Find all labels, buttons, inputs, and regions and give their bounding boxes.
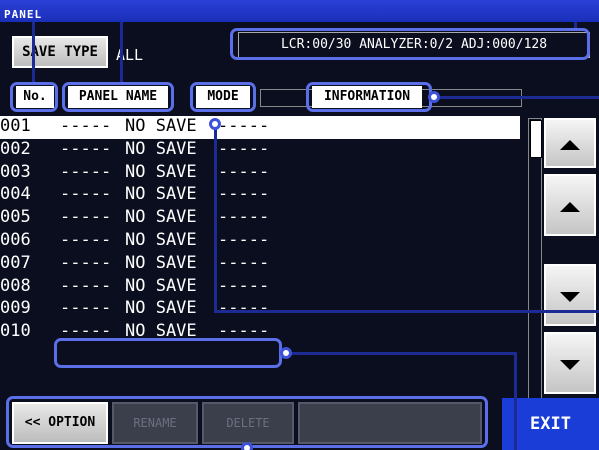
row-panel-name: -----	[60, 207, 112, 228]
scroll-top-button[interactable]	[544, 118, 596, 168]
row-panel-name: -----	[60, 184, 112, 205]
row-mode: NO SAVE	[125, 161, 197, 182]
callout-dot-mode	[209, 118, 221, 130]
row-mode: NO SAVE	[125, 138, 197, 159]
row-panel-name: -----	[60, 229, 112, 250]
callout-panel-name	[62, 82, 174, 112]
callout-dot-bottom	[241, 442, 253, 450]
row-panel-name: -----	[60, 116, 112, 136]
row-information: -----	[218, 184, 270, 205]
row-number: 003	[0, 161, 31, 182]
row-panel-name: -----	[60, 298, 112, 319]
callout-information	[306, 82, 432, 112]
callout-no	[10, 82, 58, 112]
double-up-icon	[560, 140, 580, 151]
leader-row-h	[290, 352, 516, 355]
down-arrow-icon	[560, 291, 580, 302]
table-row[interactable]: 003 ----- NO SAVE -----	[0, 162, 520, 185]
callout-dot-row	[280, 347, 292, 359]
row-panel-name: -----	[60, 252, 112, 273]
row-information: -----	[218, 275, 270, 296]
row-information: -----	[218, 252, 270, 273]
scrollbar-track[interactable]	[528, 118, 542, 418]
table-row[interactable]: 001 ----- NO SAVE -----	[0, 116, 520, 139]
title-bar: PANEL	[0, 0, 599, 22]
table-row[interactable]: 008 ----- NO SAVE -----	[0, 276, 520, 299]
double-down-icon	[560, 359, 580, 370]
panel-screen: SAVE TYPE ALL LCR:00/30 ANALYZER:0/2 ADJ…	[0, 22, 599, 450]
row-information: -----	[218, 298, 270, 319]
row-mode: NO SAVE	[125, 229, 197, 250]
callout-dot-information	[428, 91, 440, 103]
leader-information	[440, 96, 599, 99]
row-number: 008	[0, 275, 31, 296]
table-row[interactable]: 002 ----- NO SAVE -----	[0, 139, 520, 162]
row-panel-name: -----	[60, 275, 112, 296]
page-up-button[interactable]	[544, 174, 596, 236]
page-down-button[interactable]	[544, 264, 596, 326]
table-row[interactable]: 004 ----- NO SAVE -----	[0, 184, 520, 207]
callout-mode	[190, 82, 256, 112]
row-information: -----	[218, 116, 270, 136]
row-number: 009	[0, 298, 31, 319]
leader-panel-name	[120, 22, 123, 82]
window-title: PANEL	[4, 8, 43, 21]
row-panel-name: -----	[60, 138, 112, 159]
table-row[interactable]: 005 ----- NO SAVE -----	[0, 207, 520, 230]
row-information: -----	[218, 207, 270, 228]
leader-mode-v	[214, 124, 217, 312]
row-panel-name: -----	[60, 161, 112, 182]
callout-row-009	[54, 338, 282, 368]
row-information: -----	[218, 138, 270, 159]
row-number: 007	[0, 252, 31, 273]
row-mode: NO SAVE	[125, 184, 197, 205]
up-arrow-icon	[560, 201, 580, 212]
row-mode: NO SAVE	[125, 116, 197, 136]
row-mode: NO SAVE	[125, 275, 197, 296]
save-type-button[interactable]: SAVE TYPE	[12, 36, 108, 68]
row-mode: NO SAVE	[125, 298, 197, 319]
scrollbar-thumb[interactable]	[530, 120, 542, 158]
row-mode: NO SAVE	[125, 207, 197, 228]
row-information: -----	[218, 161, 270, 182]
row-number: 005	[0, 207, 31, 228]
row-number: 002	[0, 138, 31, 159]
row-number: 010	[0, 321, 31, 342]
row-number: 001	[0, 116, 31, 136]
callout-bottom-bar	[6, 396, 488, 448]
leader-row-v	[514, 352, 517, 450]
row-information: -----	[218, 229, 270, 250]
scroll-bottom-button[interactable]	[544, 332, 596, 394]
row-number: 006	[0, 229, 31, 250]
row-mode: NO SAVE	[125, 252, 197, 273]
leader-no	[32, 22, 35, 82]
row-number: 004	[0, 184, 31, 205]
table-row[interactable]: 007 ----- NO SAVE -----	[0, 253, 520, 276]
callout-status	[230, 28, 590, 60]
leader-mode-h	[214, 310, 599, 313]
table-row[interactable]: 006 ----- NO SAVE -----	[0, 230, 520, 253]
leader-status	[574, 22, 577, 28]
